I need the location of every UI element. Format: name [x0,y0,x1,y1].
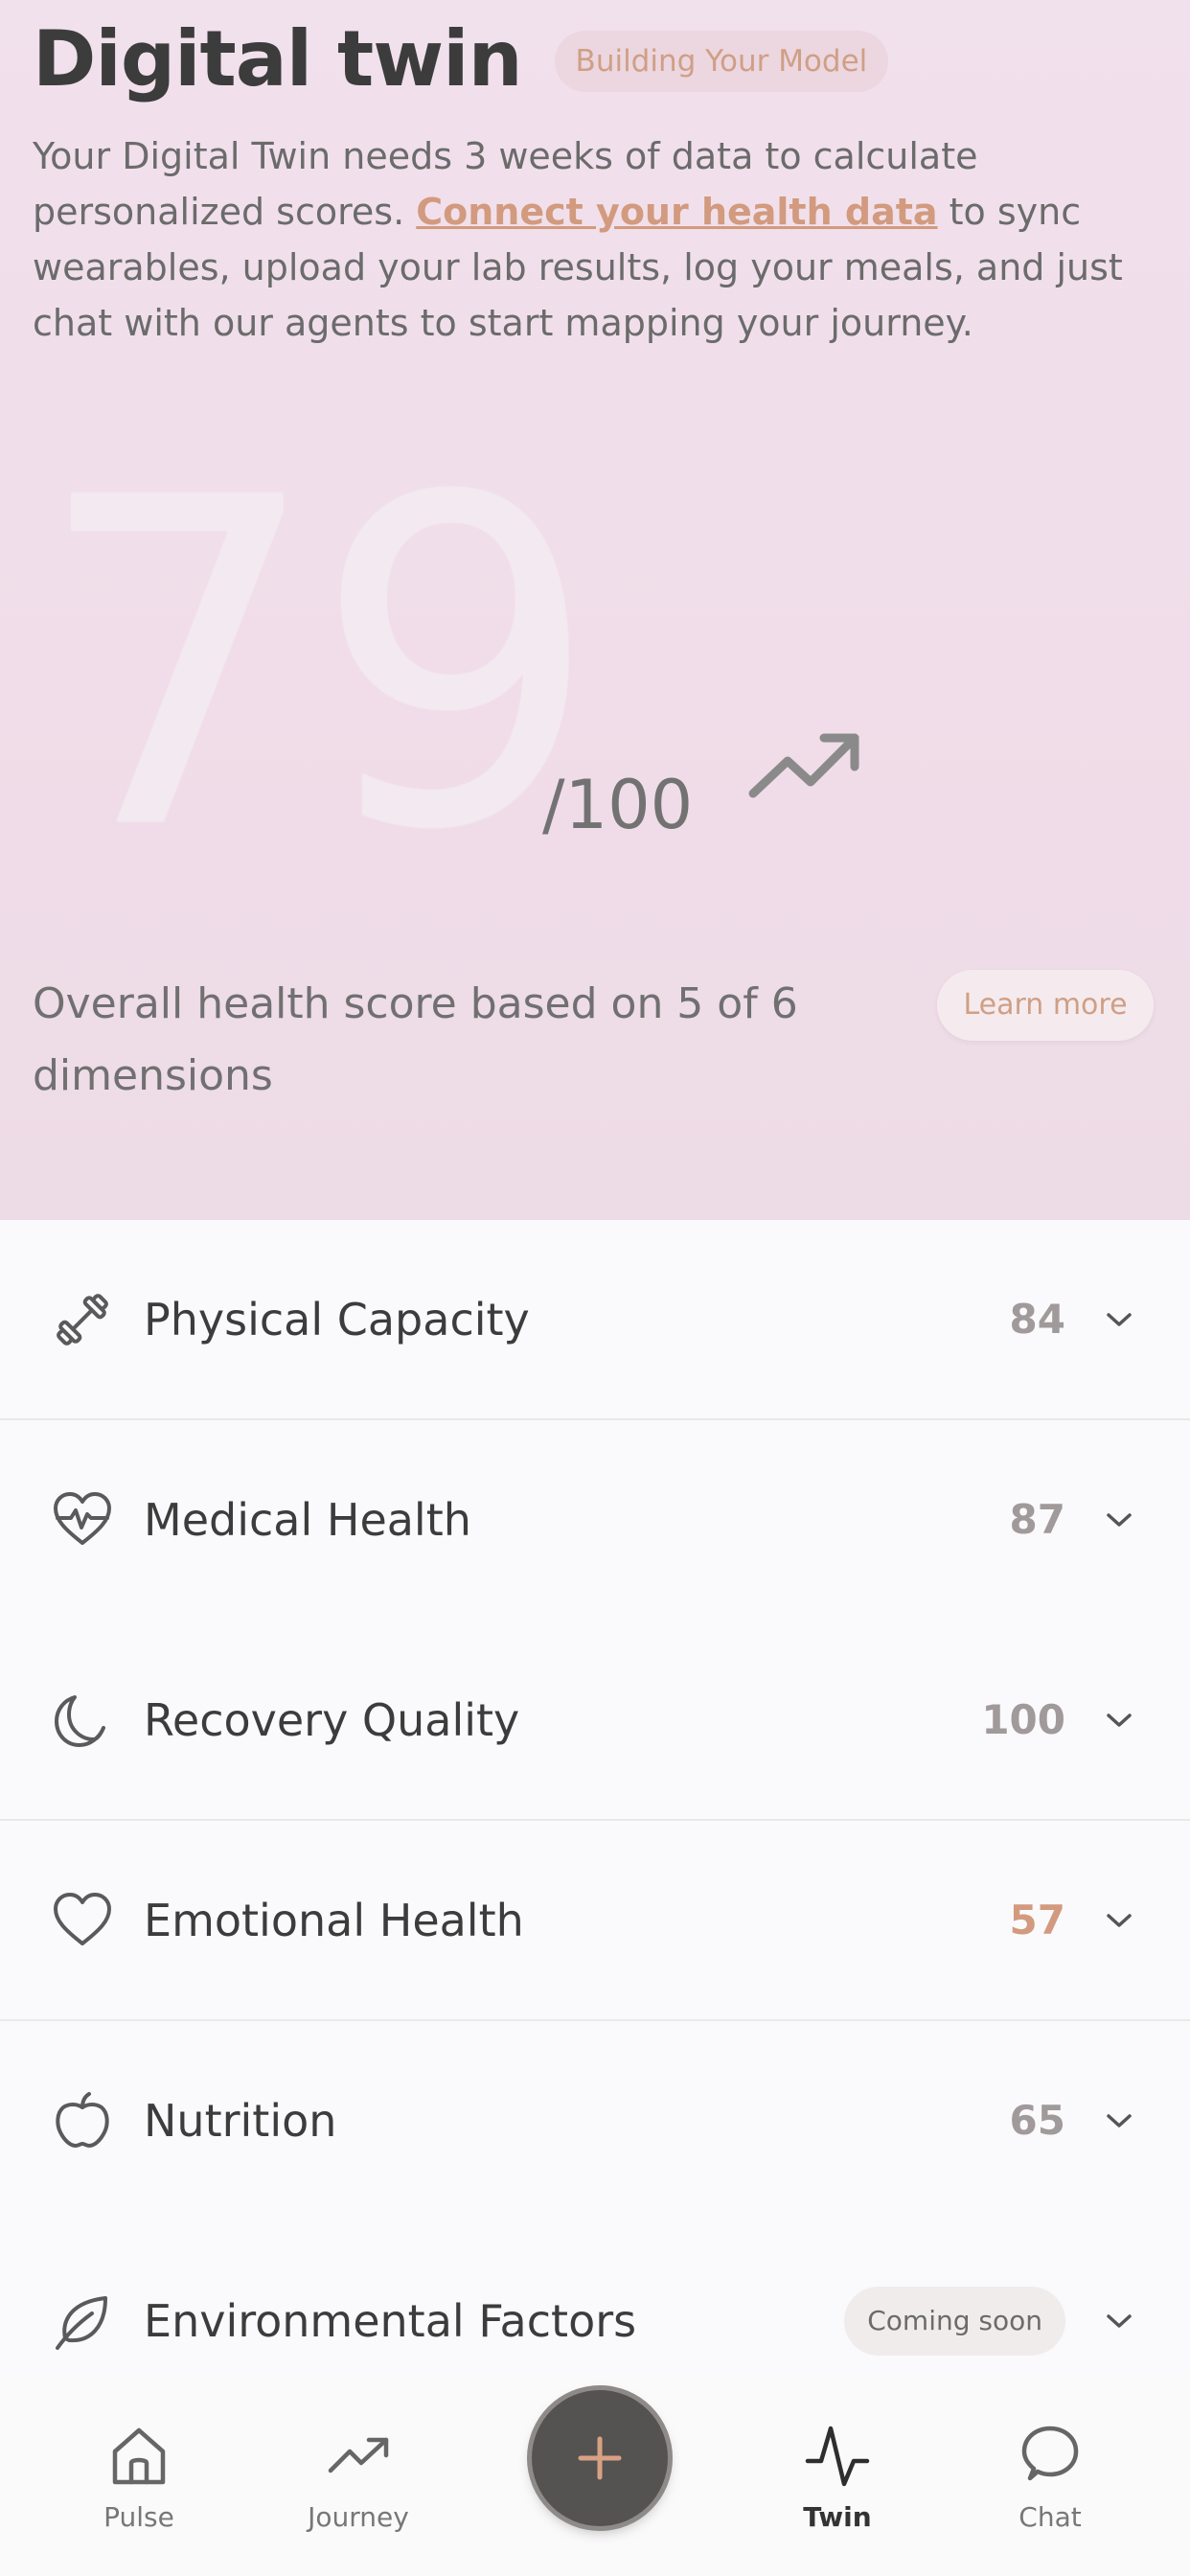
dimension-label: Recovery Quality [144,1693,520,1746]
hero-section: Digital twin Building Your Model Your Di… [0,0,1190,1220]
connect-health-data-link[interactable]: Connect your health data [416,191,937,233]
chevron-down-icon[interactable] [1104,1510,1134,1530]
nav-item-twin[interactable]: Twin [761,2423,914,2533]
title-row: Digital twin Building Your Model [33,12,889,107]
chat-bubble-icon [1021,2426,1079,2481]
dimension-row-nutrition[interactable]: Nutrition 65 [0,2021,1190,2221]
coming-soon-badge: Coming soon [844,2286,1065,2356]
home-icon [112,2427,166,2485]
chevron-down-icon[interactable] [1104,1911,1134,1930]
learn-more-button[interactable]: Learn more [937,970,1154,1041]
dimension-row-medical-health[interactable]: Medical Health 87 [0,1420,1190,1621]
chevron-down-icon[interactable] [1104,2111,1134,2130]
heart-icon [54,1892,111,1945]
heart-pulse-icon [54,1491,111,1545]
chevron-down-icon[interactable] [1104,2312,1134,2331]
dimension-label: Environmental Factors [144,2294,637,2347]
dimension-label: Emotional Health [144,1894,524,1946]
dimension-label: Physical Capacity [144,1293,530,1346]
dimension-row-recovery-quality[interactable]: Recovery Quality 100 [0,1621,1190,1821]
dimension-score: 65 [1009,2097,1065,2144]
chevron-down-icon[interactable] [1104,1711,1134,1730]
dimension-label: Nutrition [144,2094,337,2147]
dimensions-list: Physical Capacity 84 Medical Health 87 R… [0,1220,1190,2422]
dimension-row-emotional-health[interactable]: Emotional Health 57 [0,1821,1190,2021]
moon-icon [55,1694,105,1747]
score-description: Overall health score based on 5 of 6 dim… [33,979,798,1100]
chevron-down-icon[interactable] [1104,1310,1134,1329]
nav-label: Pulse [103,2501,174,2533]
dimension-row-physical-capacity[interactable]: Physical Capacity 84 [0,1220,1190,1420]
trending-up-icon [328,2437,389,2473]
dimension-score: 100 [981,1696,1065,1743]
nav-item-chat[interactable]: Chat [973,2423,1127,2533]
overall-score: 79 [34,403,600,928]
dimension-score: 57 [1009,1897,1065,1944]
add-button[interactable] [532,2390,668,2526]
dimension-score: 87 [1009,1496,1065,1543]
leaf-icon [56,2295,107,2350]
nav-label: Chat [1018,2501,1082,2533]
score-max: /100 [542,766,694,844]
nav-item-journey[interactable]: Journey [282,2423,435,2533]
nav-label: Journey [308,2501,409,2533]
activity-icon [805,2426,870,2487]
dumbbell-icon [57,1293,108,1346]
nav-label: Twin [803,2501,872,2533]
plus-icon [578,2436,622,2480]
status-badge: Building Your Model [554,31,889,92]
intro-text: Your Digital Twin needs 3 weeks of data … [33,128,1163,351]
dimension-score: 84 [1009,1296,1065,1343]
dimension-label: Medical Health [144,1493,471,1546]
apple-icon [56,2091,109,2148]
nav-item-pulse[interactable]: Pulse [62,2423,216,2533]
trending-up-icon [748,733,859,798]
page-title: Digital twin [33,14,523,104]
